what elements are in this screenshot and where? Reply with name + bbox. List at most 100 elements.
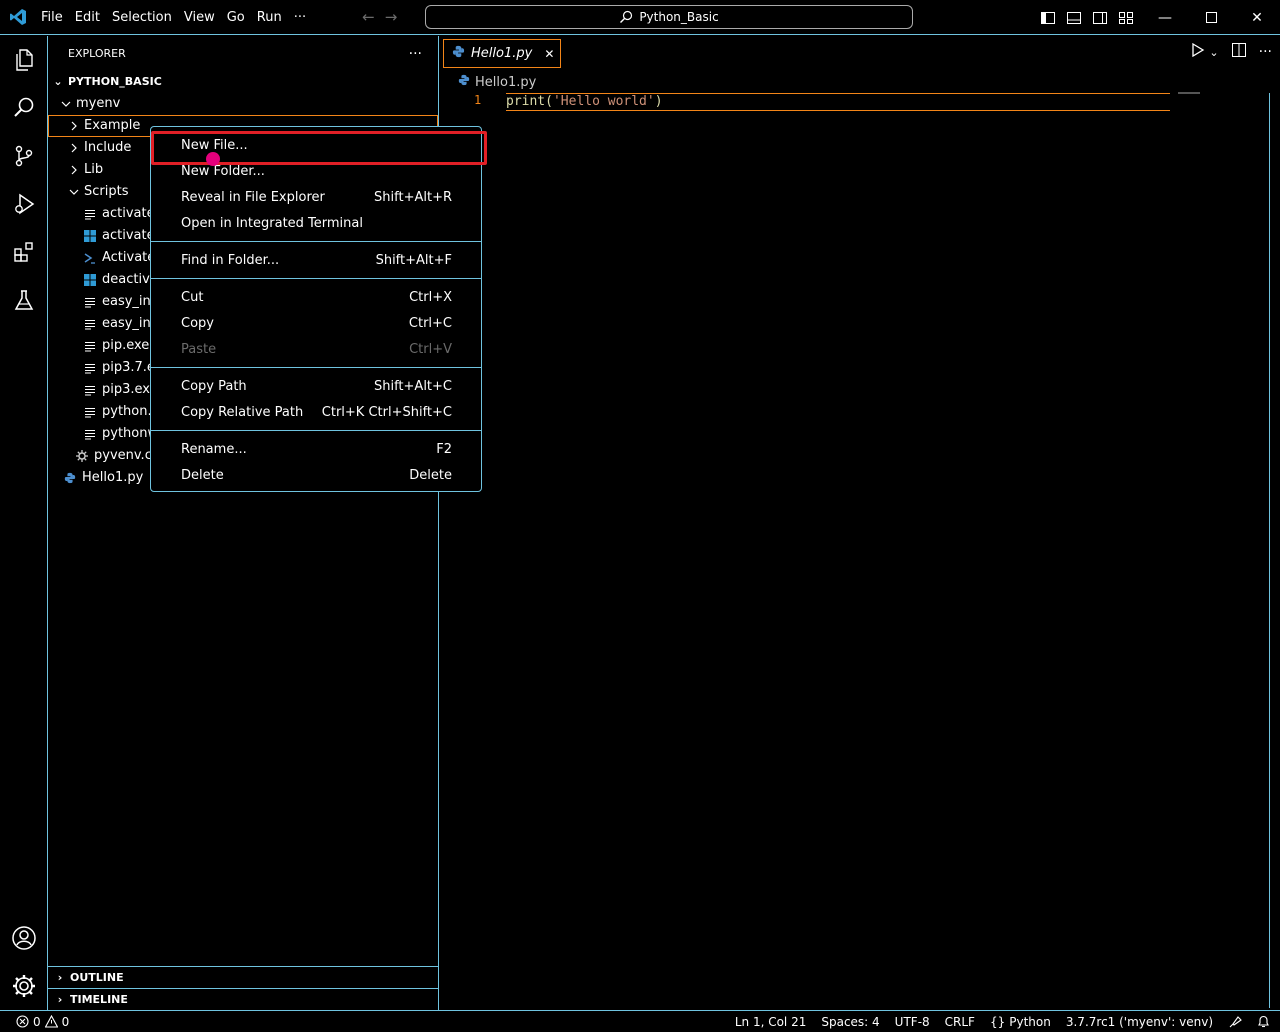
- powershell-file-icon: [82, 252, 98, 264]
- editor-scrollbar[interactable]: [1269, 93, 1270, 1008]
- menu-item-label: Open in Integrated Terminal: [181, 215, 363, 231]
- manage-gear-icon[interactable]: [0, 962, 48, 1010]
- encoding[interactable]: UTF-8: [895, 1015, 930, 1029]
- menu-item-open-in-integrated-terminal[interactable]: Open in Integrated Terminal: [151, 210, 481, 236]
- menu-item-more[interactable]: ···: [288, 0, 312, 35]
- menu-item-copy-relative-path[interactable]: Copy Relative Path Ctrl+K Ctrl+Shift+C: [151, 399, 481, 425]
- menu-item-copy-path[interactable]: Copy Path Shift+Alt+C: [151, 373, 481, 399]
- tree-item-label: Scripts: [84, 184, 129, 199]
- warning-icon: [44, 1015, 58, 1028]
- toggle-primary-sidebar-icon[interactable]: [1040, 10, 1056, 26]
- toggle-secondary-sidebar-icon[interactable]: [1092, 10, 1108, 26]
- tree-item-label: Hello1.py: [82, 470, 144, 485]
- search-icon: [620, 10, 633, 23]
- tab-label: Hello1.py: [471, 46, 533, 61]
- back-arrow-icon[interactable]: ←: [362, 8, 375, 26]
- breadcrumb-file[interactable]: Hello1.py: [475, 75, 536, 90]
- split-editor-icon[interactable]: [1231, 42, 1247, 62]
- maximize-icon[interactable]: [1188, 0, 1234, 35]
- menu-item-file[interactable]: File: [35, 0, 69, 35]
- run-debug-icon[interactable]: [0, 180, 48, 228]
- menu-item-shortcut: Shift+Alt+F: [375, 252, 452, 268]
- indentation[interactable]: Spaces: 4: [821, 1015, 879, 1029]
- tab-hello1-py[interactable]: Hello1.py ✕: [443, 39, 562, 68]
- menu-item-new-folder[interactable]: New Folder...: [151, 158, 481, 184]
- menu-item-selection[interactable]: Selection: [106, 0, 178, 35]
- editor-tabs: Hello1.py ✕: [440, 36, 1280, 71]
- run-python-file-icon[interactable]: [1191, 42, 1205, 61]
- workspace-root[interactable]: ⌄ PYTHON_BASIC: [48, 71, 438, 93]
- layout-controls: [1040, 0, 1134, 35]
- menu-item-label: Copy: [181, 315, 214, 331]
- timeline-section[interactable]: › TIMELINE: [48, 988, 438, 1010]
- menu-item-label: Copy Relative Path: [181, 404, 304, 420]
- windows-file-icon: [82, 230, 98, 242]
- code-line[interactable]: 1 print('Hello world'): [440, 93, 1170, 111]
- cursor-position[interactable]: Ln 1, Col 21: [735, 1015, 807, 1029]
- command-center-label: Python_Basic: [639, 10, 719, 24]
- chevron-down-icon[interactable]: ⌄: [1209, 46, 1218, 59]
- line-ending[interactable]: CRLF: [945, 1015, 975, 1029]
- menu-item-reveal-in-file-explorer[interactable]: Reveal in File Explorer Shift+Alt+R: [151, 184, 481, 210]
- menu-separator: [151, 278, 481, 279]
- warning-count: 0: [61, 1014, 70, 1029]
- menu-item-cut[interactable]: Cut Ctrl+X: [151, 284, 481, 310]
- feedback-icon[interactable]: [1228, 1015, 1242, 1029]
- menu-item-find-in-folder[interactable]: Find in Folder... Shift+Alt+F: [151, 247, 481, 273]
- tree-item-label: Include: [84, 140, 132, 155]
- chevron-right-icon: ›: [57, 993, 63, 1006]
- line-number: 1: [474, 93, 482, 107]
- minimap[interactable]: [1178, 92, 1200, 94]
- code-text[interactable]: print('Hello world'): [506, 93, 1170, 111]
- menu-item-edit[interactable]: Edit: [69, 0, 106, 35]
- problems-indicator[interactable]: 0 0: [0, 1015, 69, 1029]
- menu-item-rename[interactable]: Rename... F2: [151, 436, 481, 462]
- menu-item-run[interactable]: Run: [251, 0, 288, 35]
- tree-folder[interactable]: myenv: [48, 93, 438, 115]
- file-lines-icon: [82, 318, 98, 330]
- source-control-icon[interactable]: [0, 132, 48, 180]
- sidebar-panels: › OUTLINE › TIMELINE: [48, 966, 438, 1010]
- accounts-icon[interactable]: [0, 914, 48, 962]
- customize-layout-icon[interactable]: [1118, 10, 1134, 26]
- menu-item-label: New Folder...: [181, 163, 265, 179]
- command-center-search[interactable]: Python_Basic: [425, 5, 913, 29]
- close-icon[interactable]: ✕: [1234, 0, 1280, 35]
- menu-item-go[interactable]: Go: [221, 0, 251, 35]
- outline-section[interactable]: › OUTLINE: [48, 966, 438, 988]
- toggle-panel-icon[interactable]: [1066, 10, 1082, 26]
- explorer-title: EXPLORER: [68, 47, 126, 60]
- menu-item-view[interactable]: View: [178, 0, 221, 35]
- history-nav: ← →: [362, 8, 397, 26]
- menu-item-delete[interactable]: Delete Delete: [151, 462, 481, 488]
- window-controls: — ✕: [1142, 0, 1280, 35]
- menu-item-label: Find in Folder...: [181, 252, 280, 268]
- minimize-icon[interactable]: —: [1142, 0, 1188, 35]
- testing-flask-icon[interactable]: [0, 276, 48, 324]
- menu-item-shortcut: Delete: [409, 467, 452, 483]
- extensions-icon[interactable]: [0, 228, 48, 276]
- context-menu: New File... New Folder... Reveal in File E…: [150, 126, 487, 492]
- menu-item-label: Paste: [181, 341, 217, 357]
- explorer-icon[interactable]: [0, 36, 48, 84]
- tree-item-label: Example: [84, 118, 141, 133]
- more-actions-icon[interactable]: ···: [409, 46, 422, 62]
- menu-item-copy[interactable]: Copy Ctrl+C: [151, 310, 481, 336]
- tab-close-icon[interactable]: ✕: [544, 47, 554, 61]
- notifications-bell-icon[interactable]: [1257, 1015, 1270, 1029]
- file-lines-icon: [82, 406, 98, 418]
- menu-item-shortcut: Ctrl+C: [408, 315, 452, 331]
- menu-item-shortcut: Ctrl+X: [409, 289, 452, 305]
- python-interpreter[interactable]: 3.7.7rc1 ('myenv': venv): [1066, 1015, 1213, 1029]
- forward-arrow-icon[interactable]: →: [385, 8, 398, 26]
- more-actions-icon[interactable]: ···: [1259, 44, 1272, 60]
- language-mode[interactable]: {} Python: [990, 1015, 1051, 1029]
- menu-item-paste: Paste Ctrl+V: [151, 336, 481, 362]
- search-icon[interactable]: [0, 84, 48, 132]
- menu-item-new-file[interactable]: New File...: [151, 131, 487, 165]
- timeline-label: TIMELINE: [70, 993, 128, 1006]
- menu-bar: File Edit Selection View Go Run ···: [35, 0, 312, 35]
- menu-item-shortcut: F2: [436, 441, 452, 457]
- code-function: print(: [506, 94, 553, 109]
- menu-item-label: Copy Path: [181, 378, 247, 394]
